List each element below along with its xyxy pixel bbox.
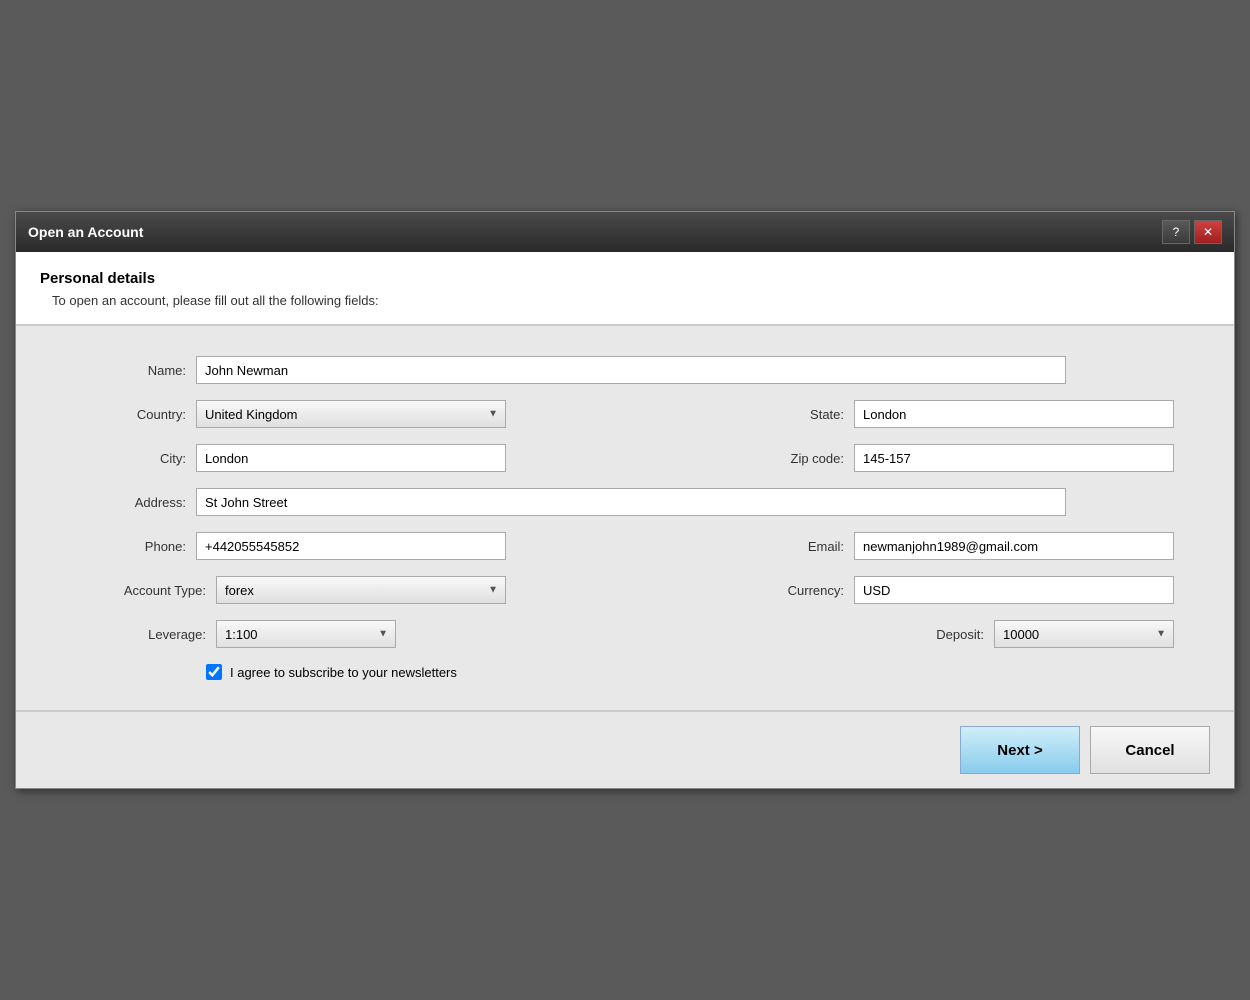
newsletter-checkbox-row: I agree to subscribe to your newsletters — [76, 664, 1174, 680]
title-bar-buttons: ? ✕ — [1162, 220, 1222, 244]
deposit-select-wrapper: 10000 5000 25000 50000 — [994, 620, 1174, 648]
account-type-select[interactable]: forex stocks crypto — [216, 576, 506, 604]
name-input[interactable] — [196, 356, 1066, 384]
city-input[interactable] — [196, 444, 506, 472]
deposit-select[interactable]: 10000 5000 25000 50000 — [994, 620, 1174, 648]
phone-input[interactable] — [196, 532, 506, 560]
leverage-select[interactable]: 1:100 1:50 1:200 1:500 — [216, 620, 396, 648]
account-type-select-wrapper: forex stocks crypto — [216, 576, 506, 604]
city-zip-row: City: Zip code: — [76, 444, 1174, 472]
city-col: City: — [76, 444, 625, 472]
zip-label: Zip code: — [754, 451, 854, 466]
country-label: Country: — [76, 407, 196, 422]
email-input[interactable] — [854, 532, 1174, 560]
dialog-window: Open an Account ? ✕ Personal details To … — [15, 211, 1235, 789]
country-state-row: Country: United Kingdom United States Ge… — [76, 400, 1174, 428]
deposit-label: Deposit: — [904, 627, 994, 642]
newsletter-label[interactable]: I agree to subscribe to your newsletters — [230, 665, 457, 680]
country-select[interactable]: United Kingdom United States Germany Fra… — [196, 400, 506, 428]
state-input[interactable] — [854, 400, 1174, 428]
leverage-label: Leverage: — [76, 627, 216, 642]
title-bar: Open an Account ? ✕ — [16, 212, 1234, 252]
footer-section: Next > Cancel — [16, 711, 1234, 788]
address-label: Address: — [76, 495, 196, 510]
phone-col: Phone: — [76, 532, 625, 560]
email-col: Email: — [625, 532, 1174, 560]
phone-label: Phone: — [76, 539, 196, 554]
close-button[interactable]: ✕ — [1194, 220, 1222, 244]
leverage-select-wrapper: 1:100 1:50 1:200 1:500 — [216, 620, 396, 648]
address-row: Address: — [76, 488, 1174, 516]
account-type-label: Account Type: — [76, 583, 216, 598]
help-button[interactable]: ? — [1162, 220, 1190, 244]
city-label: City: — [76, 451, 196, 466]
state-col: State: — [625, 400, 1174, 428]
country-select-wrapper: United Kingdom United States Germany Fra… — [196, 400, 506, 428]
zip-input[interactable] — [854, 444, 1174, 472]
state-label: State: — [774, 407, 854, 422]
cancel-button[interactable]: Cancel — [1090, 726, 1210, 774]
dialog-title: Open an Account — [28, 224, 143, 240]
name-row: Name: — [76, 356, 1174, 384]
account-type-col: Account Type: forex stocks crypto — [76, 576, 625, 604]
form-section: Name: Country: United Kingdom United Sta… — [16, 326, 1234, 710]
leverage-col: Leverage: 1:100 1:50 1:200 1:500 — [76, 620, 625, 648]
email-label: Email: — [774, 539, 854, 554]
currency-col: Currency: — [625, 576, 1174, 604]
section-title: Personal details — [40, 270, 1210, 287]
section-subtitle: To open an account, please fill out all … — [40, 293, 1210, 308]
country-col: Country: United Kingdom United States Ge… — [76, 400, 625, 428]
account-currency-row: Account Type: forex stocks crypto Curren… — [76, 576, 1174, 604]
phone-email-row: Phone: Email: — [76, 532, 1174, 560]
currency-label: Currency: — [754, 583, 854, 598]
name-label: Name: — [76, 363, 196, 378]
newsletter-checkbox[interactable] — [206, 664, 222, 680]
next-button[interactable]: Next > — [960, 726, 1080, 774]
currency-input[interactable] — [854, 576, 1174, 604]
deposit-col: Deposit: 10000 5000 25000 50000 — [625, 620, 1174, 648]
header-section: Personal details To open an account, ple… — [16, 252, 1234, 325]
address-input[interactable] — [196, 488, 1066, 516]
dialog-body: Personal details To open an account, ple… — [16, 252, 1234, 788]
zip-col: Zip code: — [625, 444, 1174, 472]
leverage-deposit-row: Leverage: 1:100 1:50 1:200 1:500 Deposit… — [76, 620, 1174, 648]
